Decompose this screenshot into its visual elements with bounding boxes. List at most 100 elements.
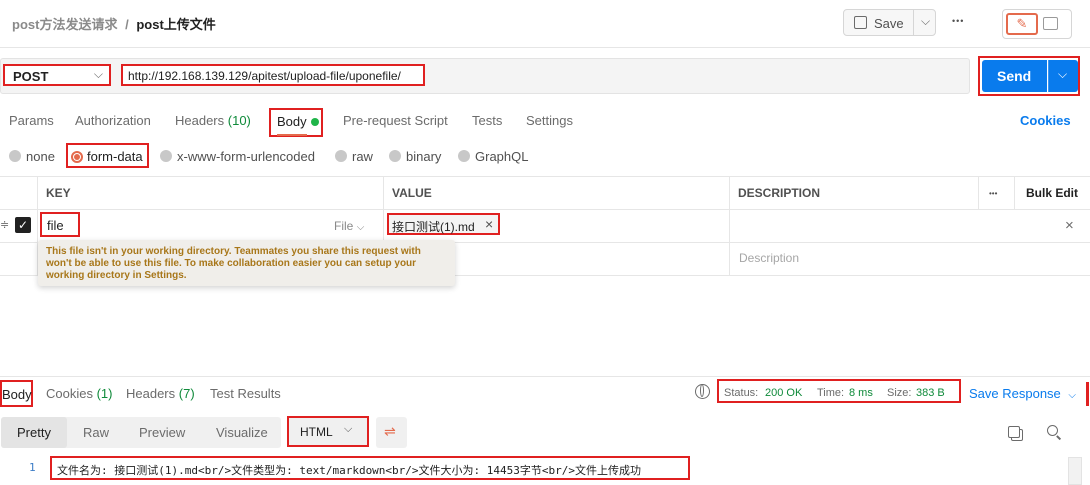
response-tab-body-label: Body <box>2 387 32 402</box>
send-label: Send <box>997 68 1032 84</box>
view-mode-segment: Pretty Raw Preview Visualize <box>1 417 281 448</box>
key-type-select[interactable]: File ⌵ <box>334 219 364 233</box>
response-tab-body[interactable]: Body <box>0 380 33 407</box>
chevron-down-icon: ⌵ <box>1068 390 1076 401</box>
radio-graphql-label: GraphQL <box>475 149 529 164</box>
radio-binary-label: binary <box>406 149 442 164</box>
wrap-lines-icon: ⇌ <box>384 423 396 439</box>
size-label: Size: <box>887 387 912 399</box>
send-button[interactable]: Send <box>982 60 1047 92</box>
line-number: 1 <box>29 461 36 474</box>
header-divider <box>0 47 1090 48</box>
method-value: POST <box>13 69 49 84</box>
radio-urlencoded[interactable] <box>160 150 172 162</box>
file-warning-text: This file isn't in your working director… <box>46 246 421 281</box>
tab-headers[interactable]: Headers (10) <box>175 113 251 128</box>
radio-urlencoded-label: x-www-form-urlencoded <box>177 149 315 164</box>
more-options-button[interactable]: ••• <box>952 16 964 26</box>
row-checkbox[interactable]: ✓ <box>15 217 31 233</box>
view-preview-button[interactable]: Preview <box>139 425 185 440</box>
radio-form-data-label: form-data <box>87 149 143 164</box>
chevron-down-icon[interactable]: ⌵ <box>921 14 930 29</box>
table-col-divider <box>1014 176 1015 209</box>
description-placeholder[interactable]: Description <box>739 251 799 265</box>
radio-binary[interactable] <box>389 150 401 162</box>
save-response-button[interactable]: Save Response ⌵ <box>969 386 1076 401</box>
method-select[interactable]: POST ⌵ <box>3 64 111 86</box>
table-top-border <box>0 176 1090 177</box>
url-input[interactable]: http://192.168.139.129/apitest/upload-fi… <box>121 64 425 86</box>
column-header-description: DESCRIPTION <box>738 186 821 200</box>
response-tab-cookies[interactable]: Cookies (1) <box>46 386 112 401</box>
tab-authorization[interactable]: Authorization <box>75 113 151 128</box>
send-options-button[interactable]: ⌵ <box>1048 60 1078 92</box>
tab-settings[interactable]: Settings <box>526 113 573 128</box>
time-value[interactable]: 8 ms <box>849 387 873 399</box>
delete-row-icon[interactable]: × <box>1065 217 1074 234</box>
remove-file-icon[interactable]: × <box>485 216 493 232</box>
bulk-edit-button[interactable]: Bulk Edit <box>1026 186 1078 200</box>
table-col-divider <box>978 176 979 209</box>
response-tab-cookies-count: (1) <box>96 386 113 401</box>
chevron-down-icon: ⌵ <box>356 222 365 233</box>
view-visualize-button[interactable]: Visualize <box>216 425 268 440</box>
breadcrumb-parent[interactable]: post方法发送请求 <box>12 17 117 32</box>
response-body-text: 文件名为: 接口测试(1).md<br/>文件类型为: text/markdow… <box>57 464 642 477</box>
drag-handle-icon[interactable]: ≑ <box>0 218 9 231</box>
view-pretty-label: Pretty <box>17 425 51 440</box>
comment-icon[interactable] <box>1043 17 1058 30</box>
active-indicator-dot <box>311 118 319 126</box>
response-tab-test-results[interactable]: Test Results <box>210 386 281 401</box>
size-value[interactable]: 383 B <box>916 387 945 399</box>
chevron-down-icon: ⌵ <box>93 67 103 81</box>
copy-icon[interactable] <box>1008 426 1020 438</box>
radio-selected-dot <box>74 154 80 160</box>
response-tab-headers-label: Headers <box>126 386 176 401</box>
radio-form-data[interactable]: form-data <box>66 143 149 168</box>
edit-pencil-icon[interactable]: ✎ <box>1006 13 1038 35</box>
tab-pre-request-script[interactable]: Pre-request Script <box>343 113 448 128</box>
format-value: HTML <box>300 425 333 439</box>
response-divider <box>0 376 1090 377</box>
save-button[interactable]: Save ⌵ <box>843 9 936 36</box>
status-value[interactable]: 200 OK <box>765 387 802 399</box>
view-pretty-button[interactable]: Pretty <box>1 417 67 448</box>
view-mode-toggle[interactable]: ✎ <box>1002 9 1072 39</box>
url-text: http://192.168.139.129/apitest/upload-fi… <box>128 69 401 83</box>
tab-body[interactable]: Body <box>269 108 323 137</box>
table-header-border <box>0 209 1090 210</box>
response-tab-headers-count: (7) <box>178 386 195 401</box>
table-more-button[interactable]: ••• <box>989 189 997 198</box>
tab-headers-label: Headers <box>175 113 225 128</box>
tab-tests[interactable]: Tests <box>472 113 502 128</box>
breadcrumb-current: post上传文件 <box>136 17 216 32</box>
column-header-value: VALUE <box>392 186 432 200</box>
file-warning-tooltip: This file isn't in your working director… <box>38 240 455 286</box>
response-tab-cookies-label: Cookies <box>46 386 93 401</box>
view-raw-button[interactable]: Raw <box>83 425 109 440</box>
response-status-bar: Status: 200 OK Time: 8 ms Size: 383 B <box>717 379 961 403</box>
globe-icon[interactable] <box>695 384 710 399</box>
save-response-label: Save Response <box>969 386 1061 401</box>
format-select[interactable]: HTML ⌵ <box>287 416 369 447</box>
response-body-line: 文件名为: 接口测试(1).md<br/>文件类型为: text/markdow… <box>50 456 690 480</box>
tab-headers-count: (10) <box>227 113 251 128</box>
radio-graphql[interactable] <box>458 150 470 162</box>
radio-none[interactable] <box>9 150 21 162</box>
radio-raw-label: raw <box>352 149 373 164</box>
response-tab-headers[interactable]: Headers (7) <box>126 386 195 401</box>
tab-active-underline <box>277 134 307 136</box>
response-scrollbar-track[interactable] <box>1068 457 1082 485</box>
file-chip[interactable]: 接口测试(1).md × <box>387 213 500 235</box>
radio-raw[interactable] <box>335 150 347 162</box>
wrap-lines-button[interactable]: ⇌ <box>376 417 407 448</box>
table-col-divider <box>729 176 730 275</box>
save-icon <box>854 16 867 29</box>
status-label: Status: <box>724 387 759 399</box>
cookies-link[interactable]: Cookies <box>1020 113 1071 128</box>
key-input[interactable]: file <box>40 212 80 237</box>
tab-params[interactable]: Params <box>9 113 54 128</box>
chevron-down-icon: ⌵ <box>344 423 353 435</box>
breadcrumb-separator: / <box>125 17 129 32</box>
search-icon[interactable] <box>1047 425 1062 440</box>
